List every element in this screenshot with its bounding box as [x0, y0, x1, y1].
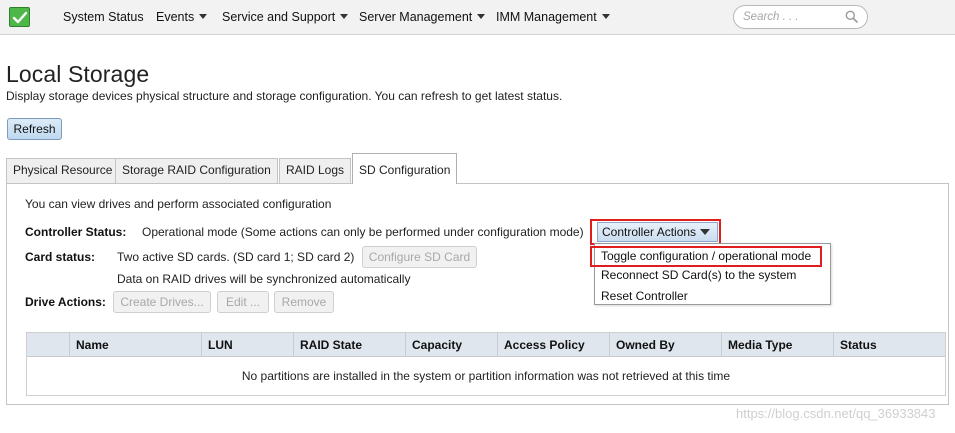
chevron-down-icon — [601, 14, 610, 19]
status-ok-icon[interactable] — [9, 7, 30, 27]
nav-events[interactable]: Events — [156, 10, 208, 24]
controller-actions-button[interactable]: Controller Actions — [597, 222, 718, 242]
column-header-owned-by[interactable]: Owned By — [609, 333, 721, 357]
nav-server-management[interactable]: Server Management — [359, 10, 486, 24]
watermark: https://blog.csdn.net/qq_36933843 — [736, 406, 936, 421]
search-input[interactable] — [743, 9, 843, 25]
card-status-value: Two active SD cards. (SD card 1; SD card… — [117, 250, 355, 264]
column-header-access-policy[interactable]: Access Policy — [497, 333, 609, 357]
column-header-lun[interactable]: LUN — [201, 333, 293, 357]
column-header-media-type[interactable]: Media Type — [721, 333, 833, 357]
column-header-name[interactable]: Name — [69, 333, 201, 357]
empty-table-message: No partitions are installed in the syste… — [241, 369, 731, 383]
chevron-down-icon — [700, 229, 710, 235]
configure-sd-card-button[interactable]: Configure SD Card — [362, 246, 477, 268]
column-header-raid-state[interactable]: RAID State — [293, 333, 405, 357]
menu-item-toggle-mode[interactable]: Toggle configuration / operational mode — [601, 249, 811, 263]
partitions-table: Name LUN RAID State Capacity Access Poli… — [26, 332, 946, 396]
table-header: Name LUN RAID State Capacity Access Poli… — [27, 333, 945, 357]
drive-actions-label: Drive Actions: — [25, 295, 106, 309]
nav-imm-management[interactable]: IMM Management — [496, 10, 610, 24]
nav-service-and-support[interactable]: Service and Support — [222, 10, 349, 24]
remove-button[interactable]: Remove — [274, 291, 334, 313]
search-icon[interactable] — [845, 10, 858, 26]
controller-status-label: Controller Status: — [25, 225, 127, 239]
page-description: Display storage devices physical structu… — [6, 89, 563, 103]
menu-item-reset-controller[interactable]: Reset Controller — [601, 289, 688, 303]
top-navigation-bar: System Status Events Service and Support… — [0, 0, 955, 35]
column-header-status[interactable]: Status — [833, 333, 945, 357]
column-header-capacity[interactable]: Capacity — [405, 333, 497, 357]
menu-item-reconnect-sd[interactable]: Reconnect SD Card(s) to the system — [601, 268, 796, 282]
refresh-button[interactable]: Refresh — [7, 118, 62, 140]
tab-physical-resource[interactable]: Physical Resource — [6, 158, 120, 183]
edit-button[interactable]: Edit ... — [217, 291, 269, 313]
card-status-label: Card status: — [25, 250, 96, 264]
search-box — [733, 5, 868, 29]
page-title: Local Storage — [6, 61, 150, 87]
sync-note: Data on RAID drives will be synchronized… — [117, 272, 411, 286]
intro-text: You can view drives and perform associat… — [25, 197, 332, 211]
controller-actions-menu: Toggle configuration / operational mode … — [594, 243, 831, 305]
nav-system-status[interactable]: System Status — [63, 10, 144, 24]
chevron-down-icon — [340, 14, 349, 19]
chevron-down-icon — [477, 14, 486, 19]
tab-sd-configuration[interactable]: SD Configuration — [352, 153, 458, 184]
create-drives-button[interactable]: Create Drives... — [113, 291, 211, 313]
chevron-down-icon — [199, 14, 208, 19]
controller-status-value: Operational mode (Some actions can only … — [142, 225, 584, 239]
column-header-select[interactable] — [27, 333, 69, 357]
tab-storage-raid-configuration[interactable]: Storage RAID Configuration — [115, 158, 278, 183]
tab-raid-logs[interactable]: RAID Logs — [279, 158, 352, 183]
